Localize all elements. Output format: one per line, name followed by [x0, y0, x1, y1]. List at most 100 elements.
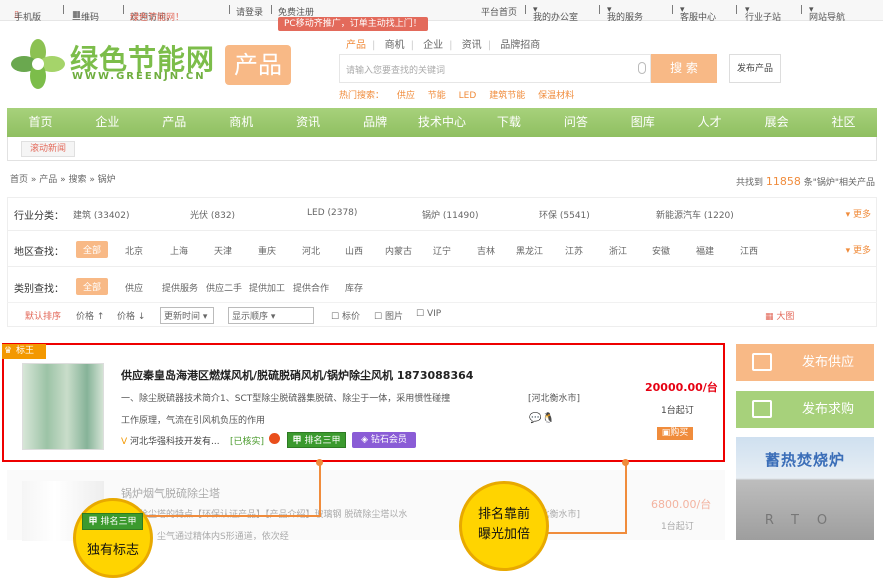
- industry-filter-item[interactable]: 新能源汽车 (1220): [656, 208, 734, 221]
- news-ticker-bar: [7, 137, 877, 161]
- nav-item[interactable]: 产品: [141, 108, 208, 137]
- logo-url: WWW.GREENJN.CN: [72, 71, 206, 82]
- nav-item[interactable]: 品牌: [342, 108, 409, 137]
- vip-checkbox[interactable]: ☐ VIP: [416, 309, 441, 319]
- hot-search-item[interactable]: 保温材料: [538, 91, 574, 101]
- region-item[interactable]: 福建: [696, 244, 714, 257]
- region-item[interactable]: 黑龙江: [516, 244, 543, 257]
- login-link[interactable]: 请登录: [236, 5, 263, 18]
- search-button[interactable]: 搜 索: [651, 54, 717, 83]
- sort-price-down[interactable]: 价格 ↓: [117, 309, 145, 322]
- nav-item[interactable]: 社区: [810, 108, 877, 137]
- region-all-button[interactable]: 全部: [76, 241, 109, 258]
- service-menu[interactable]: 我的服务 ▾: [607, 5, 643, 23]
- product-image[interactable]: [22, 363, 104, 450]
- type-item[interactable]: 提供加工: [249, 281, 285, 294]
- publish-product-button[interactable]: 发布产品: [729, 54, 781, 83]
- region-more-link[interactable]: ▾ 更多: [846, 243, 871, 256]
- type-all-button[interactable]: 全部: [76, 278, 109, 295]
- qq-icon[interactable]: 🐧: [542, 413, 554, 424]
- region-item[interactable]: 上海: [170, 244, 188, 257]
- microphone-icon[interactable]: [638, 62, 646, 74]
- top-bar: ▯ 手机版 | ▦ 二维码 | 欢迎访问， 绿色节能网！ | 请登录 | 免费注册…: [0, 0, 883, 23]
- sitemap-menu[interactable]: 网站导航 ▾: [809, 5, 845, 23]
- company-name[interactable]: V 河北华强科技开发有...: [121, 434, 220, 447]
- home-link[interactable]: 平台首页: [481, 5, 517, 18]
- megaphone-icon: [752, 353, 772, 371]
- search-tab-company[interactable]: 企业: [423, 40, 443, 51]
- type-item[interactable]: 供应: [125, 281, 143, 294]
- nav-item[interactable]: 人才: [676, 108, 743, 137]
- region-item[interactable]: 内蒙古: [385, 244, 412, 257]
- search-tab-brand[interactable]: 品牌招商: [500, 40, 540, 51]
- promo-banner[interactable]: PC移动齐推广，订单主动找上门！: [278, 17, 428, 31]
- nav-item[interactable]: 资讯: [275, 108, 342, 137]
- callout-unique-text: 独有标志: [86, 543, 139, 558]
- verified-tag: [已核实]: [230, 437, 265, 447]
- nav-item[interactable]: 图库: [609, 108, 676, 137]
- industry-more-link[interactable]: ▾ 更多: [846, 207, 871, 220]
- product-title[interactable]: 供应秦皇岛海港区燃煤风机/脱硫脱硝风机/锅炉除尘风机 1873088364: [121, 367, 473, 383]
- publish-buy-button[interactable]: 发布求购: [736, 391, 874, 428]
- breadcrumb[interactable]: 首页 » 产品 » 搜索 » 锅炉: [10, 172, 116, 185]
- cart-icon: ▣: [661, 428, 671, 438]
- region-item[interactable]: 吉林: [477, 244, 495, 257]
- region-item[interactable]: 江苏: [565, 244, 583, 257]
- office-menu[interactable]: 我的办公室 ▾: [533, 5, 578, 23]
- region-item[interactable]: 天津: [214, 244, 232, 257]
- large-view-toggle[interactable]: ▦ 大图: [765, 309, 794, 322]
- vip-badge: ◈ 钻石会员: [352, 432, 416, 448]
- buy-button[interactable]: ▣购买: [657, 427, 693, 440]
- main-nav: 首页 企业 产品 商机 资讯 品牌 技术中心 下载 问答 图库 人才 展会 社区: [7, 108, 877, 137]
- region-item[interactable]: 安徽: [652, 244, 670, 257]
- region-item[interactable]: 河北: [302, 244, 320, 257]
- publish-supply-button[interactable]: 发布供应: [736, 344, 874, 381]
- region-item[interactable]: 辽宁: [433, 244, 451, 257]
- region-item[interactable]: 北京: [125, 244, 143, 257]
- region-item[interactable]: 山西: [345, 244, 363, 257]
- search-tab-news[interactable]: 资讯: [462, 40, 482, 51]
- industry-filter-item[interactable]: 光伏 (832): [190, 208, 235, 221]
- time-select[interactable]: 更新时间 ▾: [160, 307, 214, 324]
- nav-item[interactable]: 下载: [475, 108, 542, 137]
- industry-menu[interactable]: 行业子站 ▾: [745, 5, 781, 23]
- product-title[interactable]: 锅炉烟气脱硫除尘塔: [121, 485, 220, 501]
- product-description: 工作原理，气流在引风机负压的作用: [121, 416, 266, 426]
- search-tab-product[interactable]: 产品: [346, 40, 366, 51]
- industry-filter-item[interactable]: 建筑 (33402): [73, 208, 130, 221]
- nav-item[interactable]: 展会: [743, 108, 810, 137]
- industry-filter-item[interactable]: 环保 (5541): [539, 208, 590, 221]
- rank-badge: 甲 排名三甲: [287, 432, 346, 448]
- industry-filter-item[interactable]: 锅炉 (11490): [422, 208, 479, 221]
- order-select[interactable]: 显示顺序 ▾: [228, 307, 314, 324]
- region-item[interactable]: 重庆: [258, 244, 276, 257]
- sort-default[interactable]: 默认排序: [25, 309, 61, 322]
- nav-item[interactable]: 企业: [74, 108, 141, 137]
- chat-icon[interactable]: 💬: [529, 413, 541, 424]
- ad-letters: RTO: [764, 513, 846, 528]
- search-tab-business[interactable]: 商机: [385, 40, 405, 51]
- type-item[interactable]: 供应二手: [206, 281, 242, 294]
- sort-price-up[interactable]: 价格 ↑: [76, 309, 104, 322]
- v-icon: V: [121, 437, 128, 447]
- hot-search-item[interactable]: 节能: [428, 91, 446, 101]
- hot-searches: 热门搜索： 供应 节能 LED 建筑节能 保温材料: [339, 91, 575, 101]
- hot-search-item[interactable]: 建筑节能: [489, 91, 525, 101]
- scroll-news-label: 滚动新闻: [21, 141, 76, 157]
- hot-search-item[interactable]: 供应: [397, 91, 415, 101]
- hot-search-item[interactable]: LED: [459, 91, 477, 101]
- type-item[interactable]: 提供合作: [293, 281, 329, 294]
- nav-item[interactable]: 首页: [7, 108, 74, 137]
- nav-item[interactable]: 技术中心: [409, 108, 476, 137]
- industry-filter-item[interactable]: LED (2378): [307, 208, 357, 218]
- product-description: 脱硫除尘塔的特点【环保认证产品】【产品介绍】玻璃钢 脱硫除尘塔以水: [121, 510, 408, 520]
- price-checkbox[interactable]: ☐ 标价: [331, 309, 360, 322]
- region-item[interactable]: 江西: [740, 244, 758, 257]
- image-checkbox[interactable]: ☐ 图片: [374, 309, 403, 322]
- nav-item[interactable]: 商机: [208, 108, 275, 137]
- nav-item[interactable]: 问答: [542, 108, 609, 137]
- type-item[interactable]: 提供服务: [162, 281, 198, 294]
- region-item[interactable]: 浙江: [609, 244, 627, 257]
- customer-menu[interactable]: 客服中心 ▾: [680, 5, 716, 23]
- type-item[interactable]: 库存: [345, 281, 363, 294]
